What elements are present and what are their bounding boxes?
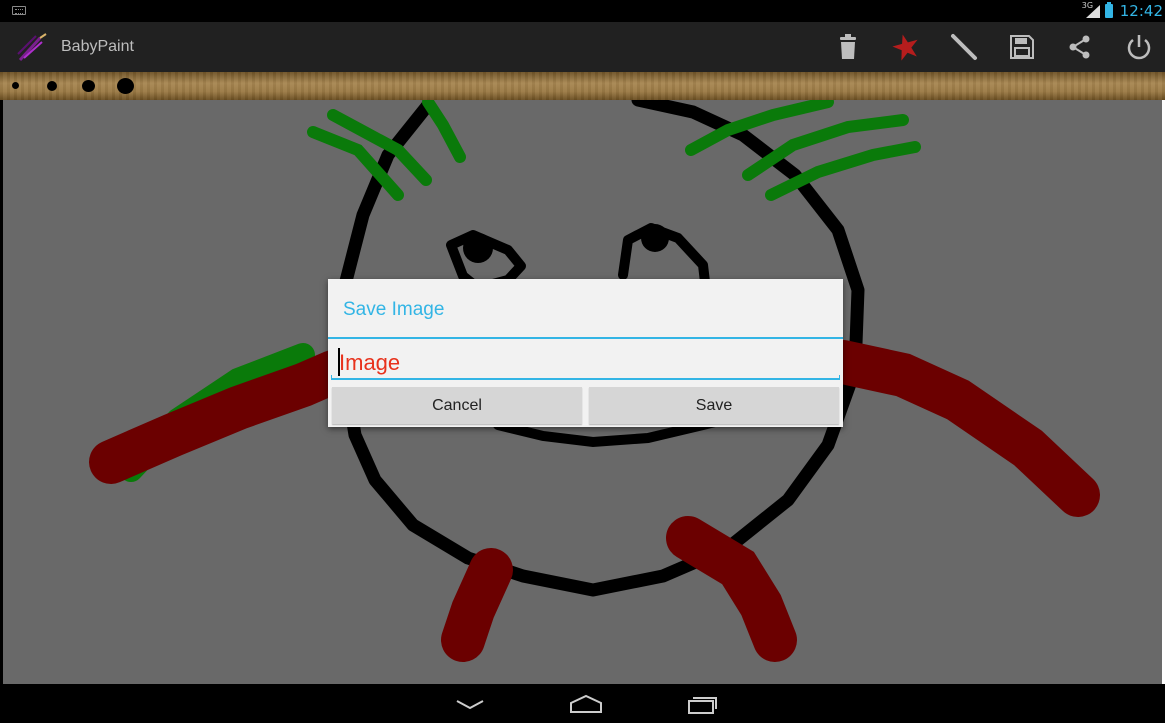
recent-apps-icon[interactable] <box>683 692 723 716</box>
save-icon[interactable] <box>1004 31 1040 63</box>
brush-size-bar <box>0 72 1165 100</box>
power-icon[interactable] <box>1121 31 1157 63</box>
eraser-star-icon[interactable] <box>888 31 924 63</box>
text-cursor <box>338 348 340 376</box>
pencil-icon[interactable] <box>946 31 982 63</box>
app-logo-icon[interactable] <box>16 32 48 64</box>
input-underline <box>331 375 840 380</box>
brush-size-medium[interactable] <box>47 81 57 91</box>
battery-icon <box>1104 2 1113 18</box>
image-name-input[interactable] <box>331 345 840 381</box>
keyboard-icon <box>12 6 26 15</box>
share-icon[interactable] <box>1062 31 1098 63</box>
brush-size-extra-large[interactable] <box>117 78 134 94</box>
clock: 12:42 <box>1119 2 1163 20</box>
status-indicators: 3G 12:42 <box>1082 0 1163 22</box>
action-bar: BabyPaint <box>0 22 1165 72</box>
cancel-button[interactable]: Cancel <box>332 387 582 424</box>
home-icon[interactable] <box>566 692 606 716</box>
back-icon[interactable] <box>450 692 490 716</box>
dialog-title-divider <box>328 337 843 339</box>
save-image-dialog: Save Image Cancel Save <box>328 279 843 427</box>
brush-size-large[interactable] <box>82 80 95 92</box>
trash-icon[interactable] <box>830 31 866 63</box>
signal-icon: 3G <box>1082 1 1100 19</box>
navigation-bar <box>0 684 1165 723</box>
brush-size-small[interactable] <box>12 82 19 89</box>
dialog-title: Save Image <box>343 299 445 320</box>
status-bar: 3G 12:42 <box>0 0 1165 22</box>
save-button[interactable]: Save <box>589 387 839 424</box>
app-title: BabyPaint <box>61 38 134 55</box>
